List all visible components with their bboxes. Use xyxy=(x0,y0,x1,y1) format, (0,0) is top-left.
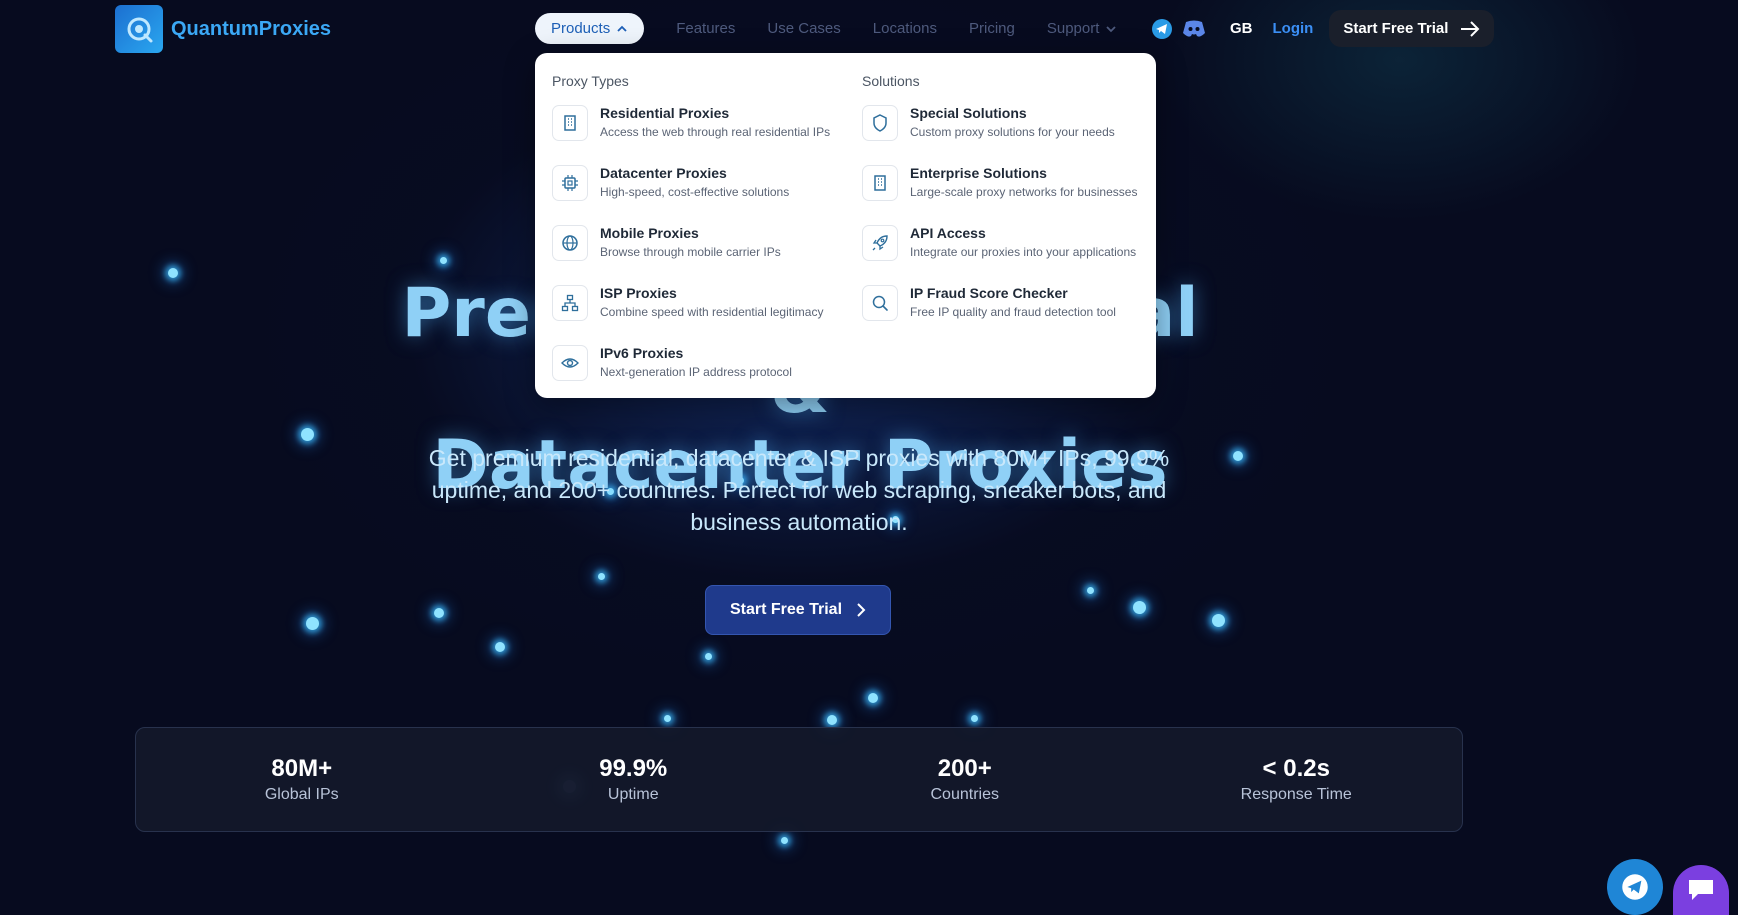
stat-item: 80M+ Global IPs xyxy=(136,728,468,831)
stat-item: < 0.2s Response Time xyxy=(1131,728,1463,831)
network-icon xyxy=(552,285,588,321)
hero-trial-label: Start Free Trial xyxy=(729,601,843,618)
menu-item-title: ISP Proxies xyxy=(600,285,677,301)
menu-item-desc: Combine speed with residential legitimac… xyxy=(600,305,824,319)
nav-products-label: Products xyxy=(551,20,611,37)
chevron-up-icon xyxy=(617,25,627,32)
stat-label: Uptime xyxy=(607,786,659,803)
search-icon xyxy=(862,285,898,321)
menu-item-title: API Access xyxy=(910,225,986,241)
arrow-right-icon xyxy=(1461,20,1480,37)
menu-item-desc: Custom proxy solutions for your needs xyxy=(910,125,1115,139)
menu-item-title: Special Solutions xyxy=(910,105,1027,121)
chevron-down-icon xyxy=(1106,25,1117,32)
telegram-icon xyxy=(1622,874,1648,900)
stat-value: < 0.2s xyxy=(1262,755,1330,782)
menu-item-isp-proxies[interactable]: ISP Proxies Combine speed with residenti… xyxy=(552,285,842,345)
menu-item-title: Residential Proxies xyxy=(600,105,730,121)
solutions-column: Solutions Special Solutions Custom proxy… xyxy=(862,73,1152,345)
rocket-icon xyxy=(862,225,898,261)
menu-item-mobile-proxies[interactable]: Mobile Proxies Browse through mobile car… xyxy=(552,225,842,285)
chevron-right-icon xyxy=(857,603,866,617)
nav-support-label: Support xyxy=(1046,20,1100,37)
menu-item-residential-proxies[interactable]: Residential Proxies Access the web throu… xyxy=(552,105,842,165)
globe-icon xyxy=(552,225,588,261)
menu-item-title: Enterprise Solutions xyxy=(910,165,1047,181)
hero-subtitle: Get premium residential, datacenter & IS… xyxy=(428,445,1170,535)
stats-bar: 80M+ Global IPs 99.9% Uptime 200+ Countr… xyxy=(135,727,1463,832)
building-icon xyxy=(552,105,588,141)
shield-icon xyxy=(862,105,898,141)
nav-support[interactable]: Support xyxy=(1047,20,1118,37)
chat-float-button[interactable] xyxy=(1673,865,1729,915)
products-dropdown: Proxy Types Residential Proxies Access t… xyxy=(535,53,1156,398)
chat-bubble-icon xyxy=(1689,880,1713,900)
discord-icon[interactable] xyxy=(1182,17,1206,41)
menu-item-title: IPv6 Proxies xyxy=(600,345,684,361)
stat-label: Countries xyxy=(930,786,999,803)
menu-item-special-solutions[interactable]: Special Solutions Custom proxy solutions… xyxy=(862,105,1152,165)
menu-item-desc: Integrate our proxies into your applicat… xyxy=(910,245,1137,259)
nav-features[interactable]: Features xyxy=(676,20,735,37)
eye-icon xyxy=(552,345,588,381)
menu-item-desc: High-speed, cost-effective solutions xyxy=(600,185,790,199)
menu-item-enterprise-solutions[interactable]: Enterprise Solutions Large-scale proxy n… xyxy=(862,165,1152,225)
menu-item-ipv6-proxies[interactable]: IPv6 Proxies Next-generation IP address … xyxy=(552,345,842,405)
stat-label: Response Time xyxy=(1240,786,1352,803)
stat-value: 80M+ xyxy=(271,755,333,782)
menu-item-api-access[interactable]: API Access Integrate our proxies into yo… xyxy=(862,225,1152,285)
header-trial-button[interactable]: Start Free Trial xyxy=(1329,10,1495,47)
telegram-float-button[interactable] xyxy=(1607,859,1663,915)
menu-item-title: Datacenter Proxies xyxy=(600,165,727,181)
nav-locations[interactable]: Locations xyxy=(873,20,937,37)
stat-value: 99.9% xyxy=(599,755,668,782)
site-header: QuantumProxies Products Features Use Cas… xyxy=(0,0,1738,58)
proxy-types-heading: Proxy Types xyxy=(552,73,629,89)
brand-name: QuantumProxies xyxy=(171,17,332,40)
menu-item-desc: Browse through mobile carrier IPs xyxy=(600,245,781,259)
building-icon xyxy=(862,165,898,201)
brand-logo[interactable]: QuantumProxies xyxy=(115,5,331,53)
logo-mark-icon xyxy=(115,5,163,53)
menu-item-desc: Access the web through real residential … xyxy=(600,125,831,139)
nav-use-cases[interactable]: Use Cases xyxy=(767,20,840,37)
login-link[interactable]: Login xyxy=(1273,20,1314,37)
header-actions: GB Login Start Free Trial xyxy=(1150,10,1495,47)
stat-label: Global IPs xyxy=(264,786,339,803)
nav-products[interactable]: Products xyxy=(535,13,645,44)
stat-item: 99.9% Uptime xyxy=(468,728,800,831)
menu-item-desc: Next-generation IP address protocol xyxy=(600,365,792,379)
menu-item-ip-fraud-score-checker[interactable]: IP Fraud Score Checker Free IP quality a… xyxy=(862,285,1152,345)
hero-trial-button[interactable]: Start Free Trial xyxy=(705,585,891,635)
stat-value: 200+ xyxy=(937,755,992,782)
language-selector[interactable]: GB xyxy=(1230,20,1253,37)
menu-item-desc: Large-scale proxy networks for businesse… xyxy=(910,185,1138,199)
solutions-heading: Solutions xyxy=(862,73,920,89)
stat-item: 200+ Countries xyxy=(799,728,1131,831)
proxy-types-column: Proxy Types Residential Proxies Access t… xyxy=(552,73,842,405)
menu-item-datacenter-proxies[interactable]: Datacenter Proxies High-speed, cost-effe… xyxy=(552,165,842,225)
nav-pricing[interactable]: Pricing xyxy=(969,20,1015,37)
menu-item-desc: Free IP quality and fraud detection tool xyxy=(910,305,1116,319)
telegram-icon[interactable] xyxy=(1150,17,1174,41)
menu-item-title: IP Fraud Score Checker xyxy=(910,285,1068,301)
menu-item-title: Mobile Proxies xyxy=(600,225,699,241)
header-trial-label: Start Free Trial xyxy=(1343,20,1449,37)
cpu-icon xyxy=(552,165,588,201)
main-nav: Products Features Use Cases Locations Pr… xyxy=(535,13,1117,44)
